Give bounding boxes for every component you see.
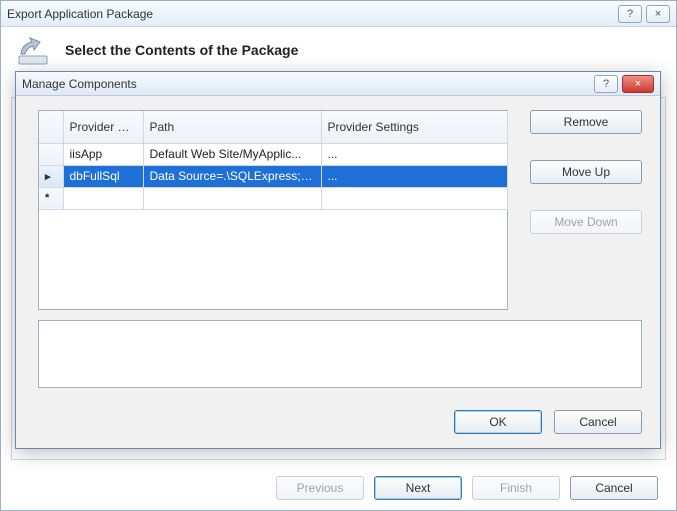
grid-action-buttons: Remove Move Up Move Down	[530, 110, 642, 234]
cell-provider[interactable]: dbFullSql	[63, 165, 143, 187]
move-down-button: Move Down	[530, 210, 642, 234]
inner-close-button[interactable]: ×	[622, 75, 654, 93]
cell-path[interactable]: Data Source=.\SQLExpress;Dat	[143, 165, 321, 187]
cell-provider[interactable]: iisApp	[63, 143, 143, 165]
export-package-window: Export Application Package ? × Select th…	[0, 0, 677, 511]
table-row[interactable]: iisApp Default Web Site/MyApplic... ...	[39, 143, 507, 165]
table-row[interactable]: ▸ dbFullSql Data Source=.\SQLExpress;Dat…	[39, 165, 507, 187]
dialog-footer-buttons: OK Cancel	[454, 410, 642, 434]
wizard-header: Select the Contents of the Package	[1, 27, 676, 72]
grid-corner[interactable]	[39, 111, 63, 143]
ok-button[interactable]: OK	[454, 410, 542, 434]
outer-close-button[interactable]: ×	[646, 5, 670, 23]
next-button[interactable]: Next	[374, 476, 462, 500]
outer-window-title: Export Application Package	[7, 7, 614, 21]
outer-cancel-button[interactable]: Cancel	[570, 476, 658, 500]
inner-dialog-title: Manage Components	[22, 77, 590, 91]
row-header[interactable]	[39, 143, 63, 165]
details-panel	[38, 320, 642, 388]
cell-settings[interactable]: ...	[321, 143, 507, 165]
new-row-marker[interactable]: *	[39, 187, 63, 209]
remove-button[interactable]: Remove	[530, 110, 642, 134]
row-header[interactable]: ▸	[39, 165, 63, 187]
finish-button: Finish	[472, 476, 560, 500]
cell-path[interactable]	[143, 187, 321, 209]
manage-components-dialog: Manage Components ? × Provider Name Path…	[15, 71, 661, 449]
previous-button: Previous	[276, 476, 364, 500]
wizard-heading: Select the Contents of the Package	[65, 42, 298, 58]
package-icon	[15, 32, 51, 68]
wizard-button-row: Previous Next Finish Cancel	[1, 476, 676, 500]
col-path[interactable]: Path	[143, 111, 321, 143]
cell-path[interactable]: Default Web Site/MyApplic...	[143, 143, 321, 165]
table-new-row[interactable]: *	[39, 187, 507, 209]
move-up-button[interactable]: Move Up	[530, 160, 642, 184]
cell-provider[interactable]	[63, 187, 143, 209]
col-provider-settings[interactable]: Provider Settings	[321, 111, 507, 143]
components-grid[interactable]: Provider Name Path Provider Settings iis…	[38, 110, 508, 310]
inner-help-button[interactable]: ?	[594, 75, 618, 93]
cell-settings[interactable]	[321, 187, 507, 209]
outer-titlebar: Export Application Package ? ×	[1, 1, 676, 27]
inner-titlebar: Manage Components ? ×	[16, 72, 660, 96]
cell-settings[interactable]: ...	[321, 165, 507, 187]
inner-cancel-button[interactable]: Cancel	[554, 410, 642, 434]
outer-help-button[interactable]: ?	[618, 5, 642, 23]
col-provider-name[interactable]: Provider Name	[63, 111, 143, 143]
